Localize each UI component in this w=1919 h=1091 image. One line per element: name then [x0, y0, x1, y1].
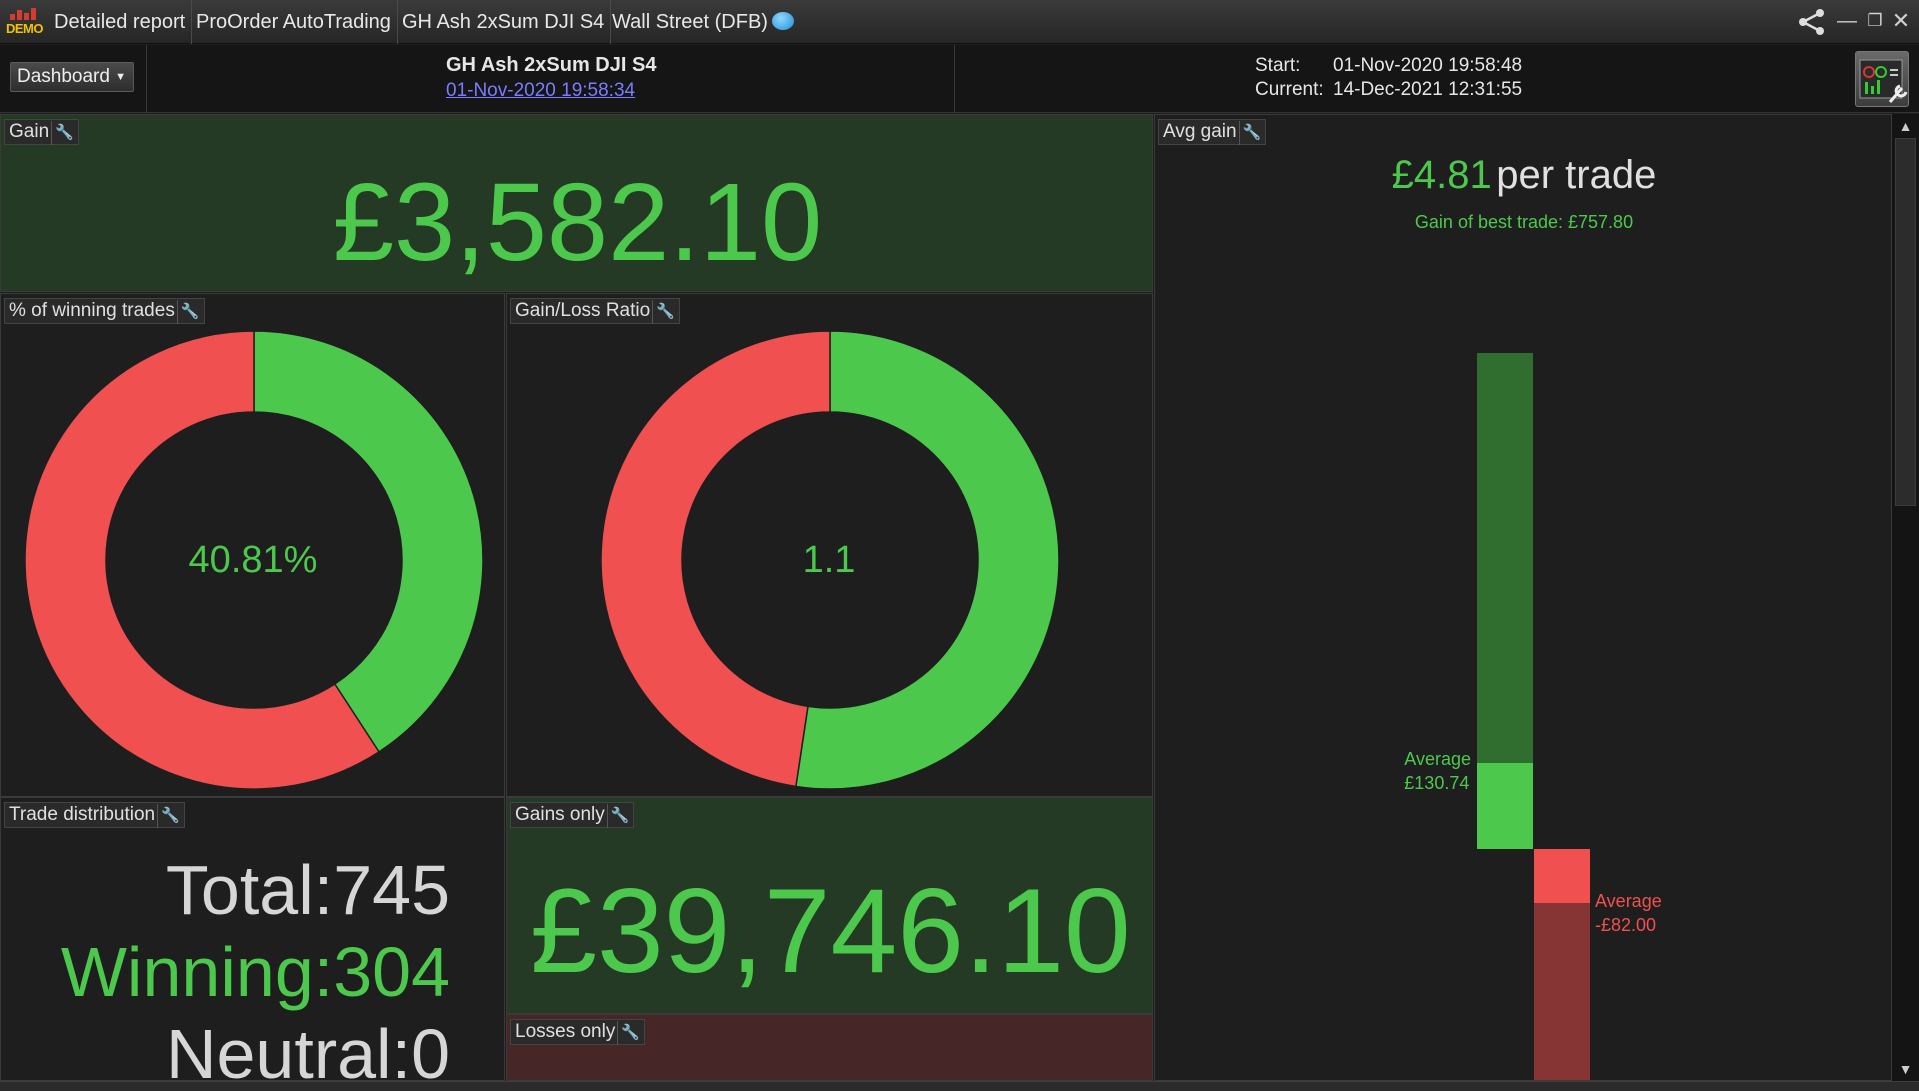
start-value: 01-Nov-2020 19:58:48 [1333, 55, 1523, 76]
gains-only-title[interactable]: Gains only 🔧 [510, 802, 635, 828]
scrollbar-thumb[interactable] [1895, 138, 1916, 506]
breadcrumb-detailed-report[interactable]: Detailed report [48, 0, 193, 44]
gain-loss-ratio-value: 1.1 [802, 539, 856, 581]
start-label: Start: [1255, 55, 1301, 76]
demo-label: DEMO [6, 21, 44, 36]
dashboard-dropdown[interactable]: Dashboard ▼ [10, 62, 134, 92]
vertical-scrollbar[interactable]: ▲ ▼ [1892, 114, 1919, 1081]
winning-trades-row: Winning:304 [60, 933, 450, 1011]
losses-only-panel: Losses only 🔧 [506, 1014, 1153, 1081]
wrench-icon[interactable]: 🔧 [51, 121, 74, 145]
breadcrumb-instrument[interactable]: Wall Street (DFB) [606, 0, 774, 44]
time-range: Start: 01-Nov-2020 19:58:48 Current: 14-De… [1255, 54, 1522, 102]
gain-panel-title[interactable]: Gain 🔧 [4, 119, 79, 145]
minimize-icon[interactable]: — [1836, 10, 1858, 32]
worst-trade-bar [1534, 902, 1590, 1080]
demo-logo-icon: DEMO [4, 6, 44, 36]
strategy-name: GH Ash 2xSum DJI S4 [446, 54, 657, 76]
avg-gain-headline: £4.81 per trade [1155, 153, 1891, 198]
gains-only-value: £39,746.10 [530, 864, 1131, 998]
avg-gain-unit: per trade [1496, 153, 1657, 197]
breadcrumb-strategy[interactable]: GH Ash 2xSum DJI S4 [396, 0, 612, 44]
chat-bubble-icon[interactable] [772, 12, 794, 30]
average-loss-bar [1534, 849, 1590, 903]
breadcrumb-proorder-autotrading[interactable]: ProOrder AutoTrading [190, 0, 398, 44]
wrench-icon[interactable]: 🔧 [617, 1021, 640, 1045]
neutral-trades-row: Neutral:0 [165, 1015, 450, 1081]
avg-gain-value: £4.81 [1391, 153, 1492, 197]
wrench-icon[interactable]: 🔧 [606, 804, 629, 828]
scroll-up-icon[interactable]: ▲ [1892, 114, 1919, 138]
share-icon[interactable] [1796, 8, 1828, 36]
avg-gain-panel: Avg gain 🔧 £4.81 per trade Gain of best t… [1154, 114, 1892, 1081]
avg-gain-title[interactable]: Avg gain 🔧 [1158, 119, 1267, 145]
current-value: 14-Dec-2021 12:31:55 [1333, 79, 1523, 100]
customize-dashboard-icon[interactable] [1855, 51, 1909, 107]
gain-loss-ratio-panel: Gain/Loss Ratio 🔧 1.1 [506, 293, 1153, 797]
losses-only-title[interactable]: Losses only 🔧 [510, 1019, 646, 1045]
report-header: Dashboard ▼ GH Ash 2xSum DJI S4 01-Nov-2… [0, 45, 1919, 113]
scroll-down-icon[interactable]: ▼ [1892, 1057, 1919, 1081]
trade-distribution-title[interactable]: Trade distribution 🔧 [4, 802, 185, 828]
total-trades-row: Total:745 [165, 851, 450, 929]
winning-trades-panel: % of winning trades 🔧 40.81% [0, 293, 505, 797]
close-icon[interactable]: ✕ [1890, 10, 1912, 32]
average-loss-label: Average -£82.00 [1595, 891, 1662, 935]
wrench-icon[interactable]: 🔧 [1238, 121, 1261, 145]
trade-distribution-panel: Trade distribution 🔧 Total:745 Winning:30… [0, 797, 505, 1081]
gain-panel: Gain 🔧 £3,582.10 [0, 114, 1153, 292]
gain-value: £3,582.10 [332, 161, 823, 284]
dashboard-label: Dashboard [17, 66, 110, 87]
winning-percent: 40.81% [188, 539, 318, 581]
current-label: Current: [1255, 79, 1324, 100]
average-win-bar [1477, 763, 1533, 849]
best-trade-label: Gain of best trade: £757.80 [1414, 212, 1634, 232]
gains-only-panel: Gains only 🔧 £39,746.10 [506, 797, 1153, 1014]
average-win-label: Average £130.74 [1404, 749, 1471, 794]
restore-icon[interactable]: ❐ [1864, 10, 1886, 32]
bottom-status-strip [0, 1081, 1919, 1091]
strategy-date-link[interactable]: 01-Nov-2020 19:58:34 [446, 80, 635, 102]
chevron-down-icon: ▼ [115, 71, 126, 83]
best-trade-bar [1477, 353, 1533, 764]
wrench-icon[interactable]: 🔧 [157, 804, 180, 828]
title-bar: DEMO Detailed report ProOrder AutoTradin… [0, 0, 1919, 44]
